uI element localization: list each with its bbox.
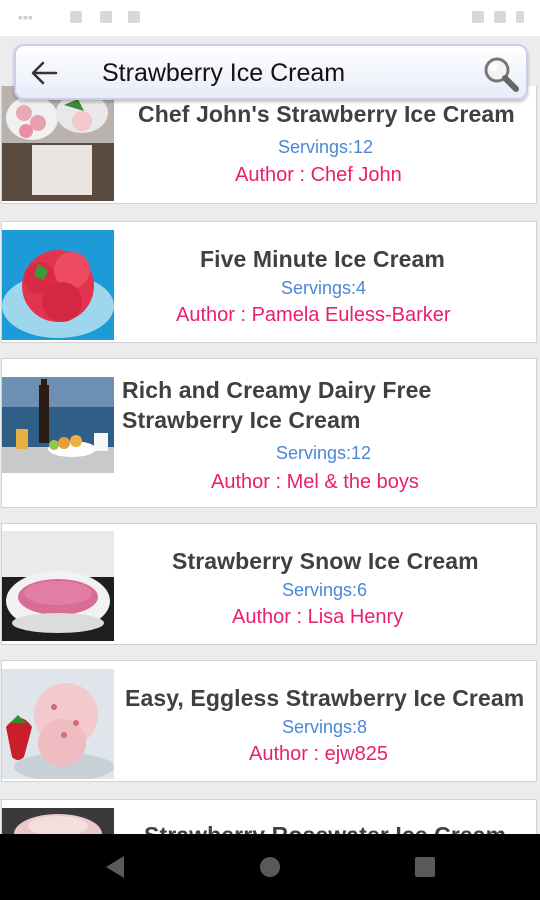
recipe-title: Strawberry Rosewater Ice Cream	[144, 822, 506, 834]
signal-icon	[494, 11, 506, 23]
recipe-title: Strawberry Snow Ice Cream	[172, 548, 479, 574]
recipe-thumbnail	[2, 230, 114, 340]
recipe-card[interactable]: Rich and Creamy Dairy Free Strawberry Ic…	[1, 358, 537, 508]
recipe-author: Author : Mel & the boys	[211, 471, 419, 493]
recipe-author: Author : Lisa Henry	[232, 606, 404, 628]
notification-icon	[128, 11, 140, 23]
recipe-thumbnail	[2, 377, 114, 473]
recipe-servings: Servings:12	[276, 443, 372, 463]
status-time-icon: ▪▪▪	[18, 9, 33, 25]
recipe-servings: Servings:8	[282, 717, 368, 737]
search-bar	[14, 44, 528, 100]
recipe-thumbnail	[2, 808, 114, 834]
recipe-title: Five Minute Ice Cream	[200, 246, 445, 272]
wifi-icon	[472, 11, 484, 23]
recipe-servings: Servings:12	[278, 137, 374, 157]
navigation-bar	[0, 834, 540, 900]
home-circle-icon[interactable]	[255, 852, 285, 882]
magnifier-icon[interactable]	[482, 56, 520, 92]
back-triangle-icon[interactable]	[100, 852, 130, 882]
recipe-author: Author : ejw825	[249, 743, 388, 765]
recents-square-icon[interactable]	[410, 852, 440, 882]
recipe-thumbnail	[2, 669, 114, 779]
recipe-title-line2: Strawberry Ice Cream	[122, 407, 361, 433]
recipe-list[interactable]: Chef John's Strawberry Ice Cream Serving…	[0, 86, 540, 834]
recipe-card[interactable]: Chef John's Strawberry Ice Cream Serving…	[1, 86, 537, 204]
recipe-card[interactable]: Strawberry Rosewater Ice Cream	[1, 799, 537, 834]
battery-icon	[516, 11, 524, 23]
notification-icon	[100, 11, 112, 23]
recipe-card[interactable]: Easy, Eggless Strawberry Ice Cream Servi…	[1, 660, 537, 782]
recipe-card[interactable]: Strawberry Snow Ice Cream Servings:6 Aut…	[1, 523, 537, 645]
recipe-thumbnail	[2, 86, 114, 201]
search-input[interactable]	[102, 58, 462, 88]
recipe-title: Chef John's Strawberry Ice Cream	[138, 101, 515, 127]
recipe-servings: Servings:6	[282, 580, 368, 600]
recipe-title: Easy, Eggless Strawberry Ice Cream	[125, 685, 525, 711]
recipe-author: Author : Chef John	[235, 164, 402, 186]
recipe-author: Author : Pamela Euless-Barker	[176, 304, 451, 326]
recipe-servings: Servings:4	[281, 278, 367, 298]
status-bar: ▪▪▪	[0, 0, 540, 36]
recipe-title-line1: Rich and Creamy Dairy Free	[122, 377, 432, 403]
recipe-card[interactable]: Five Minute Ice Cream Servings:4 Author …	[1, 221, 537, 343]
recipe-thumbnail	[2, 531, 114, 641]
notification-icon	[70, 11, 82, 23]
arrow-left-icon[interactable]	[30, 60, 58, 86]
